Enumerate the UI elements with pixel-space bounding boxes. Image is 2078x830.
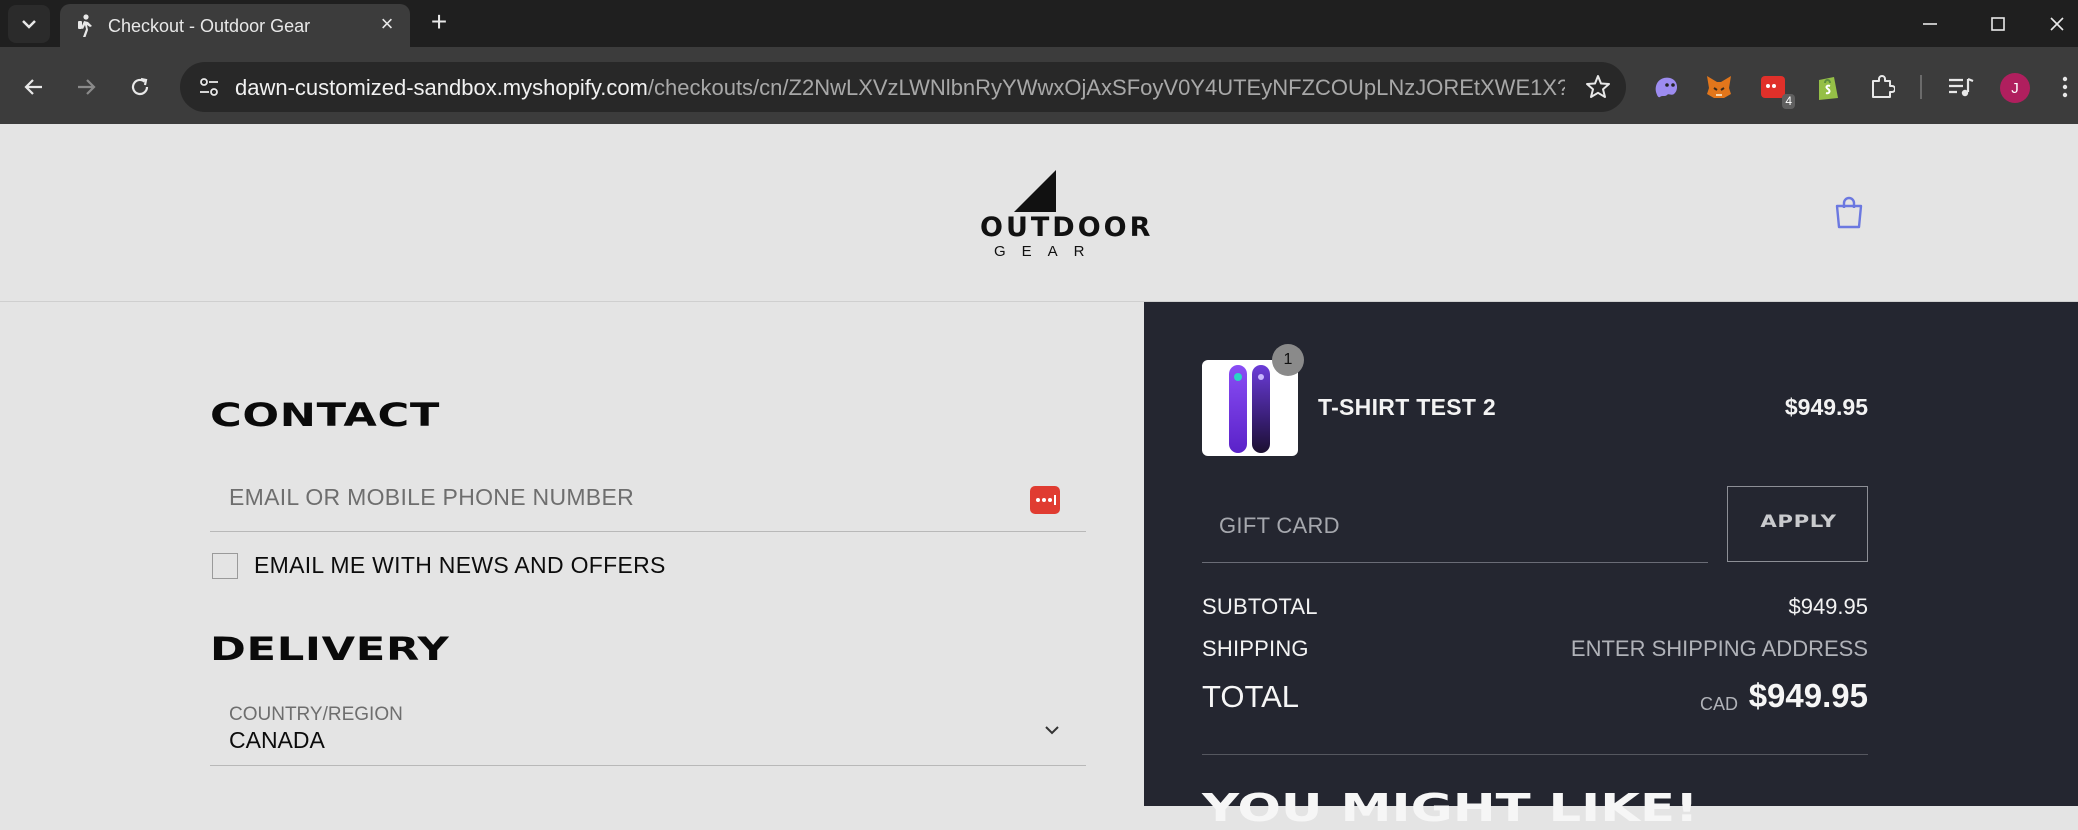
shopify-extension-icon[interactable] xyxy=(1812,71,1844,103)
arrow-right-icon xyxy=(78,79,96,95)
store-header: OUTDOOR GEAR xyxy=(0,124,2078,302)
mountain-logo-icon xyxy=(1014,170,1056,212)
shipping-value: ENTER SHIPPING ADDRESS xyxy=(1570,636,1868,661)
country-select[interactable]: COUNTRY/REGION CANADA xyxy=(210,682,1086,766)
country-label: COUNTRY/REGION xyxy=(229,704,403,725)
logo-word: OUTDOOR xyxy=(980,212,1154,243)
url-host: dawn-customized-sandbox.myshopify.com xyxy=(235,75,648,100)
newsletter-label: EMAIL ME WITH NEWS AND OFFERS xyxy=(254,552,666,578)
store-logo[interactable]: OUTDOOR GEAR xyxy=(980,164,1154,260)
playlist-music-icon xyxy=(1949,77,1974,97)
hiker-icon xyxy=(78,14,92,37)
chevron-down-icon xyxy=(22,20,36,29)
total-currency: CAD xyxy=(1699,694,1738,714)
url-text[interactable]: dawn-customized-sandbox.myshopify.com/ch… xyxy=(235,75,1565,101)
product-name: T-SHIRT TEST 2 xyxy=(1318,394,1496,420)
password-manager-icon[interactable] xyxy=(1030,486,1060,514)
maximize-button[interactable] xyxy=(1968,0,2028,47)
ghost-extension-icon[interactable] xyxy=(1650,71,1682,103)
arrow-left-icon xyxy=(24,79,42,95)
gift-card-input[interactable]: GIFT CARD xyxy=(1202,486,1708,563)
extensions-button[interactable] xyxy=(1866,71,1898,103)
tab-title: Checkout - Outdoor Gear xyxy=(108,16,311,36)
email-placeholder: EMAIL OR MOBILE PHONE NUMBER xyxy=(229,484,635,510)
browser-menu-button[interactable] xyxy=(2054,71,2076,103)
chevron-down-icon xyxy=(1045,726,1059,735)
apply-label: APPLY xyxy=(1760,512,1837,532)
bookmark-star-icon[interactable] xyxy=(1584,73,1612,101)
email-field[interactable]: EMAIL OR MOBILE PHONE NUMBER xyxy=(210,462,1086,532)
subtotal-value: $949.95 xyxy=(1788,594,1868,619)
dots-icon xyxy=(1036,495,1056,505)
logo-subtitle: GEAR xyxy=(994,243,1101,260)
close-window-button[interactable] xyxy=(2036,0,2078,47)
shipping-label: SHIPPING xyxy=(1202,636,1309,661)
checkout-page: OUTDOOR GEAR CONTACT EMAIL OR MOBILE PHO… xyxy=(0,124,2078,830)
product-price: $949.95 xyxy=(1784,394,1868,420)
minimize-icon xyxy=(1923,22,1937,25)
puzzle-icon xyxy=(1872,75,1895,98)
gift-card-placeholder: GIFT CARD xyxy=(1219,513,1340,538)
media-controls-button[interactable] xyxy=(1945,71,1977,103)
reload-button[interactable] xyxy=(120,67,160,107)
address-bar[interactable]: dawn-customized-sandbox.myshopify.com/ch… xyxy=(180,62,1626,112)
maximize-icon xyxy=(1991,16,2005,31)
shopping-bag-icon[interactable] xyxy=(1834,196,1864,230)
url-path: /checkouts/cn/Z2NwLXVzLWNlbnRyYWwxOjAxSF… xyxy=(647,75,1565,100)
profile-avatar[interactable]: J xyxy=(2000,73,2030,103)
total-value: $949.95 xyxy=(1748,677,1868,714)
close-icon xyxy=(2050,16,2064,31)
delivery-heading: DELIVERY xyxy=(210,630,450,668)
order-summary: 1 T-SHIRT TEST 2 $949.95 GIFT CARD APPLY… xyxy=(1144,302,2078,830)
shopify-bag-icon xyxy=(1819,77,1838,100)
tab-search-button[interactable] xyxy=(8,5,50,43)
tune-icon xyxy=(200,78,218,96)
toolbar-separator xyxy=(1920,75,1922,99)
metamask-extension-icon[interactable] xyxy=(1703,71,1735,103)
tab-checkout[interactable]: Checkout - Outdoor Gear × xyxy=(60,4,410,47)
back-button[interactable] xyxy=(14,67,54,107)
reload-icon xyxy=(131,77,149,96)
new-tab-button[interactable]: + xyxy=(424,8,454,38)
recommendations-heading: YOU MIGHT LIKE! xyxy=(1202,786,1699,830)
ghost-icon xyxy=(1655,77,1678,98)
site-info-button[interactable] xyxy=(192,71,226,103)
browser-toolbar: dawn-customized-sandbox.myshopify.com/ch… xyxy=(0,47,2078,124)
extension-badge: 4 xyxy=(1782,94,1795,109)
quantity-badge: 1 xyxy=(1272,344,1304,376)
summary-divider xyxy=(1202,754,1868,755)
fox-icon xyxy=(1707,76,1731,98)
close-tab-icon[interactable]: × xyxy=(376,13,398,35)
minimize-button[interactable] xyxy=(1900,0,1960,47)
newsletter-checkbox[interactable] xyxy=(212,553,238,579)
forward-button[interactable] xyxy=(66,67,106,107)
todoist-extension-icon[interactable]: 4 xyxy=(1757,71,1795,109)
contact-heading: CONTACT xyxy=(210,396,441,434)
apply-button[interactable]: APPLY xyxy=(1727,486,1868,562)
more-vertical-icon xyxy=(2062,76,2068,98)
browser-tab-strip: Checkout - Outdoor Gear × + xyxy=(0,0,2078,47)
subtotal-label: SUBTOTAL xyxy=(1202,594,1318,619)
checkout-form: CONTACT EMAIL OR MOBILE PHONE NUMBER EMA… xyxy=(0,302,1144,806)
total-label: TOTAL xyxy=(1202,679,1300,714)
country-value: CANADA xyxy=(229,727,325,753)
